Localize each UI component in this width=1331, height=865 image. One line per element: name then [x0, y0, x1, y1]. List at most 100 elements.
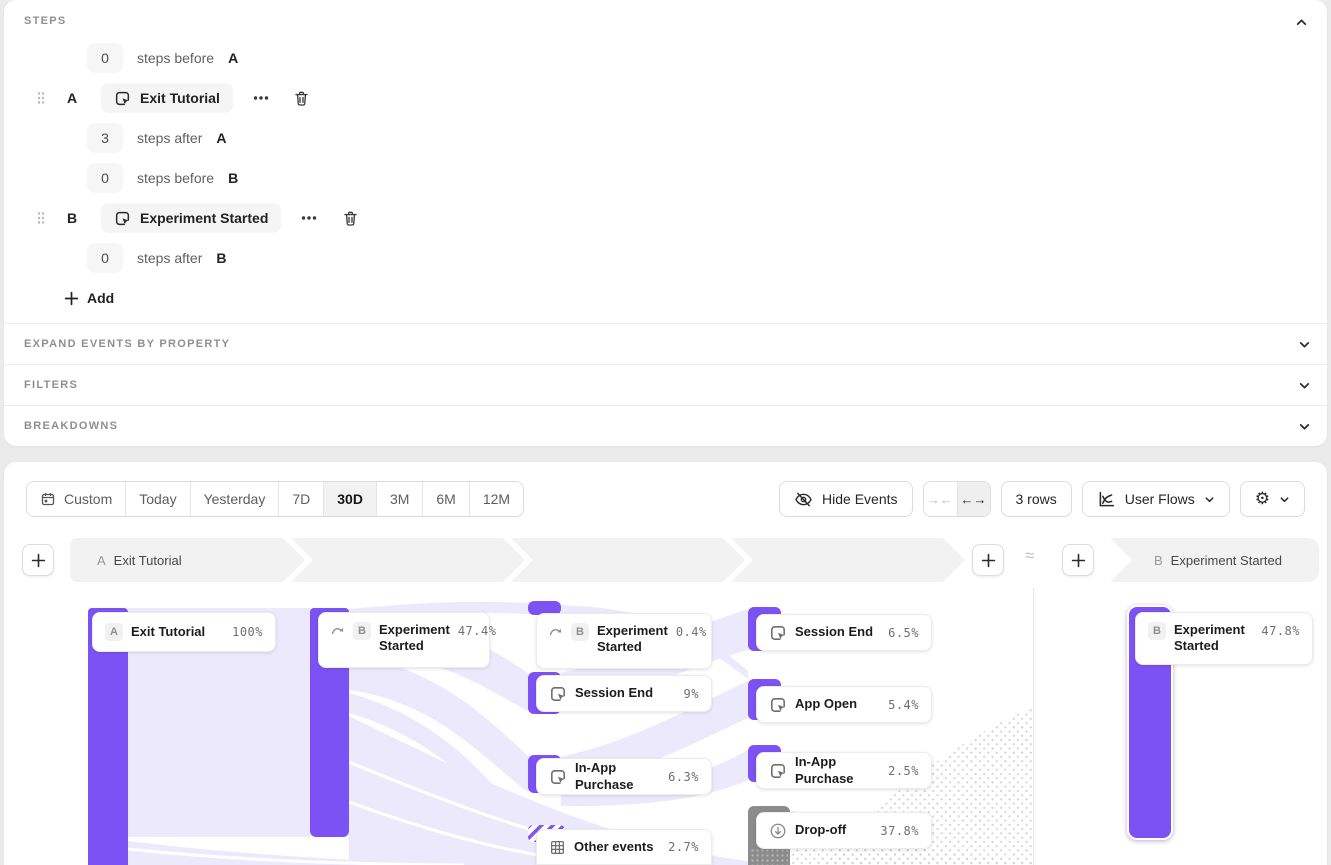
- node-percent: 9%: [684, 687, 699, 701]
- trash-icon: [293, 90, 310, 107]
- flow-node-drop-off[interactable]: Drop-off 37.8%: [756, 812, 932, 849]
- more-dots-icon: [301, 215, 317, 221]
- step-b-more-button[interactable]: [295, 204, 323, 232]
- steps-before-b-ref: B: [228, 170, 238, 186]
- chevron-down-icon: [1298, 338, 1311, 351]
- flow-section-divider: [1033, 588, 1034, 865]
- event-icon: [769, 762, 787, 780]
- node-label: In-App Purchase: [575, 760, 660, 793]
- step-a-row: A Exit Tutorial: [34, 83, 316, 113]
- step-badge-b: B: [571, 623, 589, 641]
- section-filters-label: FILTERS: [24, 379, 78, 391]
- step-b-row: B Experiment Started: [34, 203, 364, 233]
- steps-before-a-input[interactable]: 0: [87, 43, 123, 73]
- plus-icon: [64, 291, 79, 306]
- drop-off-icon: [769, 822, 787, 840]
- chevron-down-icon: [1298, 379, 1311, 392]
- section-filters[interactable]: FILTERS: [4, 364, 1327, 405]
- flow-node-experiment-started-47[interactable]: B Experiment Started 47.4%: [318, 612, 490, 668]
- event-icon: [769, 624, 787, 642]
- step-b-event-label: Experiment Started: [140, 210, 268, 226]
- steps-after-a-label: steps after: [137, 130, 202, 146]
- drag-handle-icon[interactable]: [34, 211, 48, 225]
- steps-panel: STEPS 0 steps before A A Exit Tutorial 3…: [4, 0, 1327, 446]
- steps-before-a-row: 0 steps before A: [87, 43, 238, 73]
- step-b-letter: B: [67, 210, 87, 226]
- event-icon: [549, 685, 567, 703]
- node-label: Session End: [795, 624, 873, 640]
- node-label: Drop-off: [795, 822, 846, 838]
- steps-after-b-row: 0 steps after B: [87, 243, 227, 273]
- node-label: Experiment Started: [1174, 622, 1253, 655]
- section-expand-label: EXPAND EVENTS BY PROPERTY: [24, 338, 230, 350]
- step-a-letter: A: [67, 90, 87, 106]
- steps-before-a-ref: A: [228, 50, 238, 66]
- steps-after-a-input[interactable]: 3: [87, 123, 123, 153]
- steps-after-b-input[interactable]: 0: [87, 243, 123, 273]
- node-percent: 2.5%: [888, 764, 919, 778]
- step-a-delete-button[interactable]: [288, 84, 316, 112]
- node-label: In-App Purchase: [795, 754, 880, 787]
- flow-node-in-app-purchase-25[interactable]: In-App Purchase 2.5%: [756, 752, 932, 789]
- steps-section-title: STEPS: [24, 15, 67, 27]
- flow-node-session-end-65[interactable]: Session End 6.5%: [756, 614, 932, 651]
- step-b-event-button[interactable]: Experiment Started: [101, 203, 281, 233]
- step-b-delete-button[interactable]: [336, 204, 364, 232]
- steps-before-b-label: steps before: [137, 170, 214, 186]
- flow-node-experiment-started-478[interactable]: B Experiment Started 47.8%: [1135, 612, 1313, 665]
- flows-panel: Custom Today Yesterday 7D 30D 3M 6M 12M …: [4, 462, 1327, 865]
- grid-icon: [549, 839, 566, 856]
- node-percent: 0.4%: [676, 625, 707, 639]
- steps-after-b-ref: B: [216, 250, 226, 266]
- trash-icon: [342, 210, 359, 227]
- event-icon: [114, 90, 131, 107]
- step-a-event-button[interactable]: Exit Tutorial: [101, 83, 233, 113]
- flow-node-session-end-9[interactable]: Session End 9%: [536, 675, 712, 712]
- node-label: Other events: [574, 839, 653, 855]
- indirect-flow-icon: [549, 625, 563, 637]
- section-breakdowns[interactable]: BREAKDOWNS: [4, 405, 1327, 446]
- flow-node-experiment-started-04[interactable]: B Experiment Started 0.4%: [536, 613, 712, 669]
- chevron-down-icon: [1298, 420, 1311, 433]
- step-a-more-button[interactable]: [247, 84, 275, 112]
- indirect-flow-icon: [331, 624, 345, 636]
- node-label: Experiment Started: [379, 622, 450, 655]
- flow-node-other-events[interactable]: Other events 2.7%: [536, 829, 712, 865]
- drop-off-texture: [750, 848, 788, 865]
- steps-before-b-input[interactable]: 0: [87, 163, 123, 193]
- node-percent: 2.7%: [668, 840, 699, 854]
- chevron-up-icon: [1295, 16, 1308, 29]
- flow-node-app-open[interactable]: App Open 5.4%: [756, 686, 932, 723]
- step-badge-b: B: [1148, 622, 1166, 640]
- event-icon: [549, 768, 567, 786]
- steps-collapse-button[interactable]: [1291, 12, 1311, 32]
- node-percent: 47.8%: [1261, 624, 1300, 638]
- step-badge-b: B: [353, 622, 371, 640]
- node-label: Experiment Started: [597, 623, 668, 656]
- node-percent: 6.3%: [668, 770, 699, 784]
- add-step-button[interactable]: Add: [64, 286, 114, 310]
- step-badge-a: A: [105, 623, 123, 641]
- node-label: Exit Tutorial: [131, 624, 205, 640]
- event-icon: [769, 696, 787, 714]
- node-percent: 37.8%: [880, 824, 919, 838]
- add-step-label: Add: [87, 290, 114, 306]
- more-dots-icon: [253, 95, 269, 101]
- steps-after-a-row: 3 steps after A: [87, 123, 227, 153]
- node-percent: 6.5%: [888, 626, 919, 640]
- steps-before-b-row: 0 steps before B: [87, 163, 238, 193]
- steps-after-b-label: steps after: [137, 250, 202, 266]
- steps-after-a-ref: A: [216, 130, 226, 146]
- node-percent: 5.4%: [888, 698, 919, 712]
- node-label: App Open: [795, 696, 857, 712]
- node-percent: 100%: [232, 625, 263, 639]
- flow-node-in-app-purchase-63[interactable]: In-App Purchase 6.3%: [536, 758, 712, 795]
- node-label: Session End: [575, 685, 653, 701]
- drag-handle-icon[interactable]: [34, 91, 48, 105]
- event-icon: [114, 210, 131, 227]
- section-expand-events[interactable]: EXPAND EVENTS BY PROPERTY: [4, 323, 1327, 364]
- flow-node-exit-tutorial[interactable]: A Exit Tutorial 100%: [92, 612, 276, 652]
- step-a-event-label: Exit Tutorial: [140, 90, 220, 106]
- steps-before-a-label: steps before: [137, 50, 214, 66]
- section-breakdowns-label: BREAKDOWNS: [24, 420, 118, 432]
